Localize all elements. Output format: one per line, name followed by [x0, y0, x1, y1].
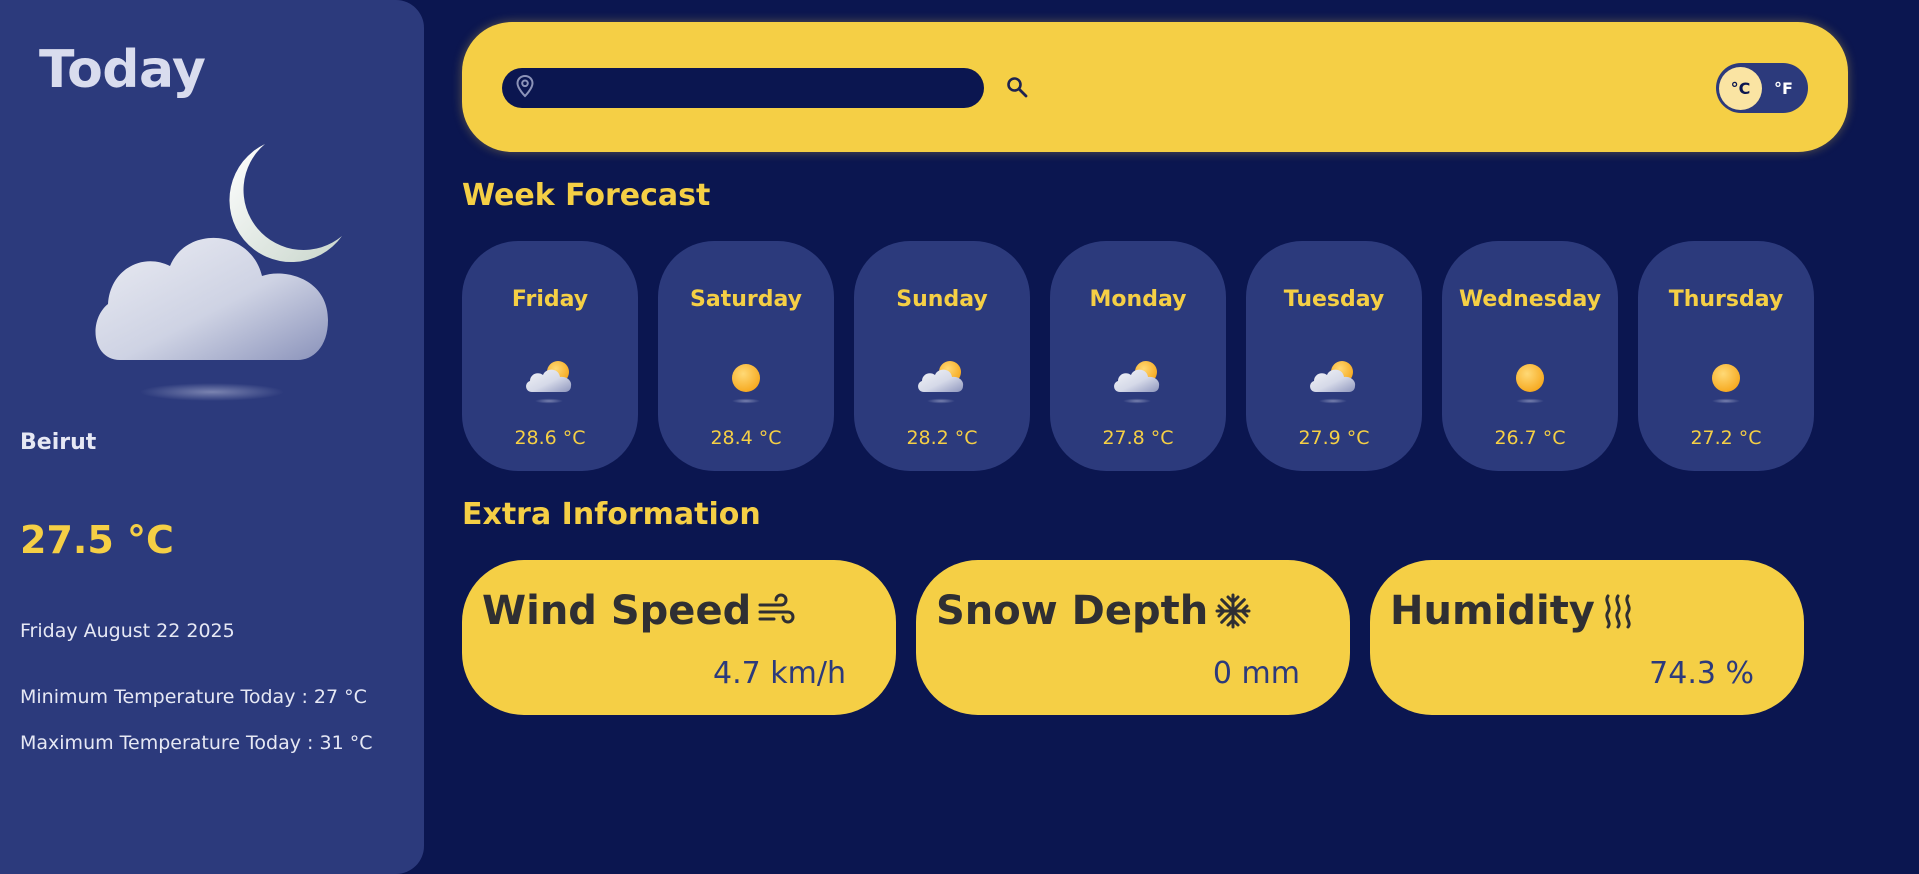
forecast-day: Wednesday: [1458, 287, 1602, 312]
city-name: Beirut: [20, 430, 97, 455]
forecast-day: Friday: [511, 287, 589, 312]
partly-sunny-icon: [522, 354, 578, 406]
partly-sunny-icon: [1306, 354, 1362, 406]
moon-cloud-icon: [90, 138, 350, 408]
forecast-card: Saturday 28.4 °C: [658, 241, 834, 471]
sun-icon: [1698, 354, 1754, 406]
current-date: Friday August 22 2025: [20, 620, 235, 642]
forecast-temp: 28.4 °C: [710, 427, 782, 449]
max-temperature: Maximum Temperature Today : 31 °C: [20, 732, 373, 754]
fahrenheit-option[interactable]: °F: [1762, 67, 1805, 110]
today-panel: Today Beirut 27.5 °C Friday August 22 20…: [0, 0, 424, 874]
search-icon: [1005, 75, 1029, 103]
extra-label: Wind Speed: [482, 588, 752, 634]
forecast-day: Monday: [1089, 287, 1187, 312]
min-temperature: Minimum Temperature Today : 27 °C: [20, 686, 367, 708]
forecast-temp: 27.2 °C: [1690, 427, 1762, 449]
forecast-day: Sunday: [896, 287, 988, 312]
extra-info-title: Extra Information: [462, 497, 761, 532]
snow-depth-value: 0 mm: [1212, 656, 1300, 691]
forecast-temp: 26.7 °C: [1494, 427, 1566, 449]
search-field[interactable]: [502, 68, 984, 108]
extra-info-list: Wind Speed 4.7 km/h Snow Depth 0 mm Humi…: [462, 560, 1804, 715]
search-button[interactable]: [1002, 74, 1032, 104]
wind-speed-card: Wind Speed 4.7 km/h: [462, 560, 896, 715]
forecast-day: Thursday: [1668, 287, 1784, 312]
sun-icon: [718, 354, 774, 406]
forecast-card: Monday 27.8 °C: [1050, 241, 1226, 471]
forecast-temp: 27.9 °C: [1298, 427, 1370, 449]
humidity-card: Humidity 74.3 %: [1370, 560, 1804, 715]
humidity-value: 74.3 %: [1649, 656, 1754, 691]
location-pin-icon: [514, 74, 536, 102]
forecast-list: Friday 28.6 °C Saturday 28.4 °C Sunday 2…: [462, 241, 1814, 471]
wind-icon: [757, 593, 797, 629]
snowflake-icon: [1214, 592, 1252, 630]
current-temperature: 27.5 °C: [20, 518, 174, 562]
search-input[interactable]: [544, 77, 964, 99]
forecast-card: Friday 28.6 °C: [462, 241, 638, 471]
forecast-temp: 27.8 °C: [1102, 427, 1174, 449]
forecast-card: Sunday 28.2 °C: [854, 241, 1030, 471]
extra-label: Snow Depth: [936, 588, 1209, 634]
forecast-card: Tuesday 27.9 °C: [1246, 241, 1422, 471]
partly-sunny-icon: [1110, 354, 1166, 406]
today-title: Today: [39, 40, 206, 100]
partly-sunny-icon: [914, 354, 970, 406]
wind-speed-value: 4.7 km/h: [713, 656, 846, 691]
celsius-option[interactable]: °C: [1719, 66, 1762, 110]
forecast-day: Tuesday: [1283, 287, 1385, 312]
forecast-card: Wednesday 26.7 °C: [1442, 241, 1618, 471]
week-forecast-title: Week Forecast: [462, 178, 711, 213]
forecast-day: Saturday: [690, 287, 802, 312]
snow-depth-card: Snow Depth 0 mm: [916, 560, 1350, 715]
forecast-card: Thursday 27.2 °C: [1638, 241, 1814, 471]
unit-toggle[interactable]: °C °F: [1716, 63, 1808, 113]
search-bar: °C °F: [462, 22, 1848, 152]
sun-icon: [1502, 354, 1558, 406]
humidity-icon: [1601, 592, 1635, 630]
extra-label: Humidity: [1390, 588, 1595, 634]
forecast-temp: 28.2 °C: [906, 427, 978, 449]
forecast-temp: 28.6 °C: [514, 427, 586, 449]
